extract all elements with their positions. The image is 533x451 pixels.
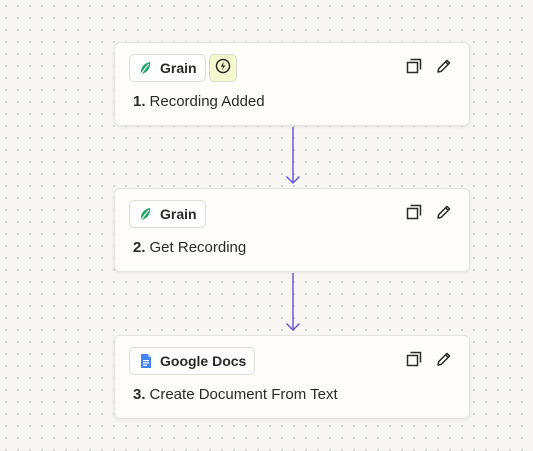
step-title-text: Get Recording xyxy=(149,239,247,256)
step-title: 3. Create Document From Text xyxy=(133,386,338,403)
step-title: 2. Get Recording xyxy=(133,239,246,256)
edit-button[interactable] xyxy=(433,203,455,225)
edit-pencil-icon xyxy=(435,350,453,373)
step-title: 1. Recording Added xyxy=(133,93,265,110)
app-name: Grain xyxy=(160,60,197,76)
app-name: Google Docs xyxy=(160,353,247,369)
step-actions xyxy=(395,350,455,372)
grain-logo-icon xyxy=(138,206,154,222)
step-card-2[interactable]: Grain 2. Get Recording xyxy=(114,188,470,272)
edit-pencil-icon xyxy=(435,203,453,226)
grain-logo-icon xyxy=(138,60,154,76)
lightning-bolt-icon xyxy=(215,58,231,79)
duplicate-icon xyxy=(405,203,423,226)
step-title-text: Create Document From Text xyxy=(149,386,338,403)
edit-button[interactable] xyxy=(433,350,455,372)
edit-pencil-icon xyxy=(435,57,453,80)
edit-button[interactable] xyxy=(433,57,455,79)
connector-arrow-2 xyxy=(285,273,301,331)
google-docs-icon xyxy=(138,353,154,369)
step-actions xyxy=(395,57,455,79)
duplicate-button[interactable] xyxy=(403,350,425,372)
duplicate-button[interactable] xyxy=(403,203,425,225)
step-number: 1. xyxy=(133,93,146,110)
app-pill-grain[interactable]: Grain xyxy=(129,200,206,228)
step-number: 3. xyxy=(133,386,146,403)
app-pill-google-docs[interactable]: Google Docs xyxy=(129,347,256,375)
step-card-3[interactable]: Google Docs 3. Create Document From Text xyxy=(114,335,470,419)
duplicate-icon xyxy=(405,350,423,373)
duplicate-button[interactable] xyxy=(403,57,425,79)
duplicate-icon xyxy=(405,57,423,80)
step-actions xyxy=(395,203,455,225)
step-title-text: Recording Added xyxy=(149,93,265,110)
connector-arrow-1 xyxy=(285,127,301,184)
step-number: 2. xyxy=(133,239,146,256)
app-name: Grain xyxy=(160,206,197,222)
step-card-1[interactable]: Grain 1. Recording Added xyxy=(114,42,470,126)
app-pill-grain[interactable]: Grain xyxy=(129,54,206,82)
workflow-canvas: Grain 1. Recording Added Grain 2. Get Re… xyxy=(0,0,533,451)
trigger-badge xyxy=(209,54,237,82)
